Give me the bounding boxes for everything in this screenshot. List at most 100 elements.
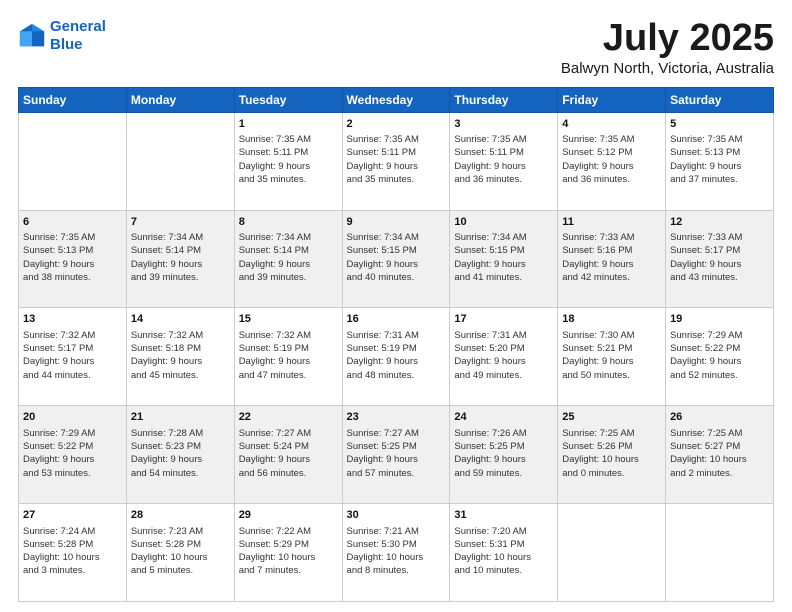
cell-text: Sunset: 5:23 PM [131,440,230,453]
cell-text: Daylight: 10 hours [562,453,661,466]
cell-text: Sunrise: 7:35 AM [562,133,661,146]
day-number: 31 [454,508,553,523]
calendar-cell: 7Sunrise: 7:34 AMSunset: 5:14 PMDaylight… [126,210,234,308]
cell-text: Sunrise: 7:34 AM [239,231,338,244]
cell-text: Sunset: 5:19 PM [347,342,446,355]
cell-text: Daylight: 9 hours [239,453,338,466]
day-number: 26 [670,410,769,425]
cell-text: Daylight: 9 hours [239,258,338,271]
cell-text: and 56 minutes. [239,467,338,480]
cell-text: Sunset: 5:28 PM [131,538,230,551]
calendar-cell: 28Sunrise: 7:23 AMSunset: 5:28 PMDayligh… [126,504,234,602]
calendar-cell: 5Sunrise: 7:35 AMSunset: 5:13 PMDaylight… [666,112,774,210]
cell-text: Sunrise: 7:35 AM [454,133,553,146]
cell-text: Daylight: 9 hours [562,160,661,173]
calendar-cell: 20Sunrise: 7:29 AMSunset: 5:22 PMDayligh… [19,406,127,504]
title-block: July 2025 Balwyn North, Victoria, Austra… [561,18,774,77]
cell-text: and 39 minutes. [239,271,338,284]
calendar-header-row: SundayMondayTuesdayWednesdayThursdayFrid… [19,87,774,112]
calendar-cell [19,112,127,210]
calendar-week-row: 13Sunrise: 7:32 AMSunset: 5:17 PMDayligh… [19,308,774,406]
cell-text: Sunset: 5:19 PM [239,342,338,355]
cell-text: Sunset: 5:14 PM [239,244,338,257]
calendar-cell: 22Sunrise: 7:27 AMSunset: 5:24 PMDayligh… [234,406,342,504]
calendar-cell: 15Sunrise: 7:32 AMSunset: 5:19 PMDayligh… [234,308,342,406]
cell-text: Daylight: 9 hours [454,355,553,368]
day-number: 23 [347,410,446,425]
cell-text: and 8 minutes. [347,564,446,577]
cell-text: Sunset: 5:26 PM [562,440,661,453]
cell-text: Sunset: 5:13 PM [23,244,122,257]
page: General Blue July 2025 Balwyn North, Vic… [0,0,792,612]
calendar-cell: 30Sunrise: 7:21 AMSunset: 5:30 PMDayligh… [342,504,450,602]
cell-text: and 35 minutes. [239,173,338,186]
cell-text: Sunrise: 7:33 AM [562,231,661,244]
calendar-week-row: 1Sunrise: 7:35 AMSunset: 5:11 PMDaylight… [19,112,774,210]
cell-text: Daylight: 9 hours [23,453,122,466]
cell-text: and 57 minutes. [347,467,446,480]
day-number: 3 [454,117,553,132]
cell-text: and 59 minutes. [454,467,553,480]
cell-text: Daylight: 9 hours [670,258,769,271]
day-number: 9 [347,215,446,230]
cell-text: Sunrise: 7:34 AM [347,231,446,244]
calendar-cell: 11Sunrise: 7:33 AMSunset: 5:16 PMDayligh… [558,210,666,308]
calendar-cell: 3Sunrise: 7:35 AMSunset: 5:11 PMDaylight… [450,112,558,210]
cell-text: Sunrise: 7:32 AM [131,329,230,342]
calendar-cell: 31Sunrise: 7:20 AMSunset: 5:31 PMDayligh… [450,504,558,602]
calendar-cell: 17Sunrise: 7:31 AMSunset: 5:20 PMDayligh… [450,308,558,406]
calendar-cell: 8Sunrise: 7:34 AMSunset: 5:14 PMDaylight… [234,210,342,308]
calendar-cell: 29Sunrise: 7:22 AMSunset: 5:29 PMDayligh… [234,504,342,602]
calendar-cell: 13Sunrise: 7:32 AMSunset: 5:17 PMDayligh… [19,308,127,406]
cell-text: Sunset: 5:16 PM [562,244,661,257]
cell-text: Sunrise: 7:35 AM [347,133,446,146]
cell-text: Sunset: 5:24 PM [239,440,338,453]
day-number: 6 [23,215,122,230]
header: General Blue July 2025 Balwyn North, Vic… [18,18,774,77]
cell-text: and 39 minutes. [131,271,230,284]
cell-text: Sunset: 5:14 PM [131,244,230,257]
cell-text: Sunrise: 7:27 AM [347,427,446,440]
cell-text: and 52 minutes. [670,369,769,382]
day-number: 25 [562,410,661,425]
cell-text: Sunrise: 7:28 AM [131,427,230,440]
day-number: 11 [562,215,661,230]
cell-text: Daylight: 9 hours [347,355,446,368]
cell-text: Sunset: 5:22 PM [23,440,122,453]
cell-text: Sunset: 5:29 PM [239,538,338,551]
day-number: 30 [347,508,446,523]
cell-text: Sunset: 5:28 PM [23,538,122,551]
day-number: 7 [131,215,230,230]
day-number: 12 [670,215,769,230]
cell-text: Sunset: 5:25 PM [347,440,446,453]
cell-text: Daylight: 9 hours [23,258,122,271]
cell-text: Sunrise: 7:29 AM [23,427,122,440]
calendar-cell: 18Sunrise: 7:30 AMSunset: 5:21 PMDayligh… [558,308,666,406]
calendar-cell: 14Sunrise: 7:32 AMSunset: 5:18 PMDayligh… [126,308,234,406]
cell-text: and 7 minutes. [239,564,338,577]
calendar-cell: 19Sunrise: 7:29 AMSunset: 5:22 PMDayligh… [666,308,774,406]
cell-text: and 41 minutes. [454,271,553,284]
calendar-cell: 27Sunrise: 7:24 AMSunset: 5:28 PMDayligh… [19,504,127,602]
cell-text: Sunrise: 7:20 AM [454,525,553,538]
calendar-cell: 12Sunrise: 7:33 AMSunset: 5:17 PMDayligh… [666,210,774,308]
cell-text: Sunset: 5:31 PM [454,538,553,551]
cell-text: Sunset: 5:12 PM [562,146,661,159]
calendar-day-header: Tuesday [234,87,342,112]
cell-text: Sunrise: 7:34 AM [131,231,230,244]
cell-text: Sunset: 5:11 PM [239,146,338,159]
logo: General Blue [18,18,106,54]
day-number: 5 [670,117,769,132]
day-number: 8 [239,215,338,230]
calendar-day-header: Wednesday [342,87,450,112]
cell-text: and 35 minutes. [347,173,446,186]
cell-text: Sunset: 5:15 PM [454,244,553,257]
calendar-day-header: Saturday [666,87,774,112]
logo-blue: Blue [50,36,83,53]
cell-text: and 3 minutes. [23,564,122,577]
cell-text: Sunset: 5:17 PM [670,244,769,257]
cell-text: Daylight: 9 hours [131,258,230,271]
cell-text: Sunset: 5:17 PM [23,342,122,355]
logo-icon [18,22,46,50]
cell-text: and 47 minutes. [239,369,338,382]
